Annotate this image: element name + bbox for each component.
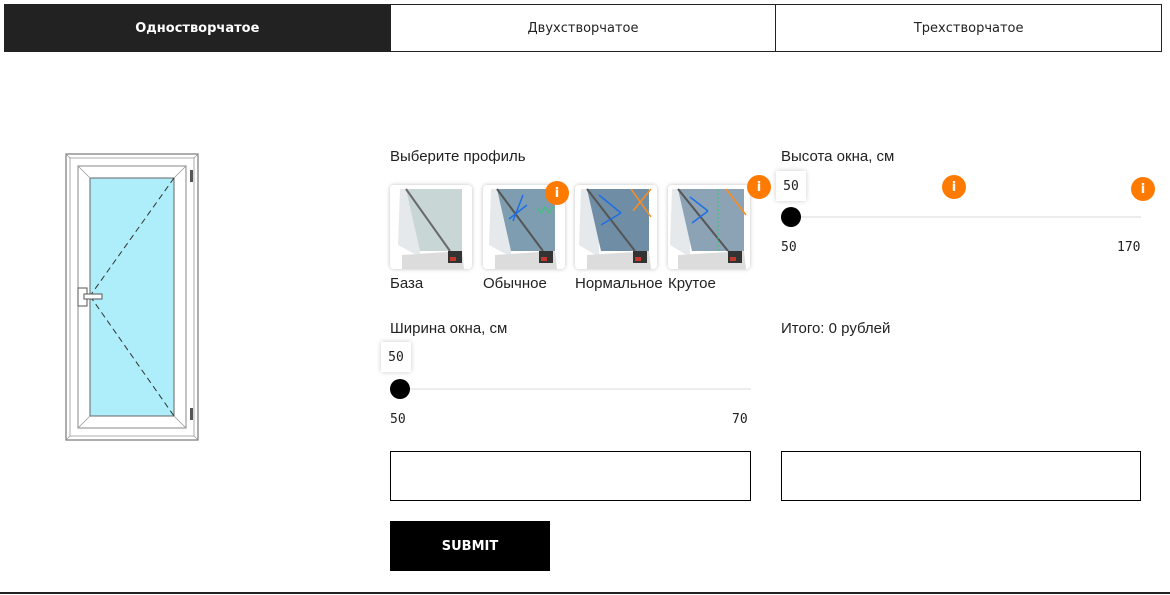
tab-triple-leaf[interactable]: Трехстворчатое: [776, 4, 1163, 52]
width-max-label: 70: [732, 412, 748, 427]
profile-regular-label: Обычное: [483, 275, 547, 292]
divider: [0, 592, 1170, 594]
width-slider-thumb[interactable]: [390, 379, 410, 399]
window-preview-image: [65, 153, 199, 441]
profile-base-image: [390, 185, 472, 269]
height-title: Высота окна, см: [781, 148, 895, 165]
height-min-label: 50: [781, 240, 797, 255]
profile-normal-label: Нормальное: [575, 275, 663, 292]
profile-premium-label: Крутое: [668, 275, 716, 292]
profile-base-label: База: [390, 275, 424, 292]
tab-single-leaf[interactable]: Одностворчатое: [4, 4, 391, 52]
profile-normal-image: [575, 185, 657, 269]
info-icon[interactable]: i: [545, 181, 569, 205]
height-slider-thumb[interactable]: [781, 207, 801, 227]
profile-option-premium[interactable]: Крутое: [668, 185, 750, 292]
submit-button[interactable]: SUBMIT: [390, 521, 550, 571]
profile-options: База Обычное Нормальное Крутое: [390, 185, 755, 295]
total-price: Итого: 0 рублей: [781, 320, 891, 337]
tab-double-leaf[interactable]: Двухстворчатое: [390, 4, 777, 52]
info-icon[interactable]: i: [747, 175, 771, 199]
width-title: Ширина окна, см: [390, 320, 508, 337]
window-type-tabs: Одностворчатое Двухстворчатое Трехстворч…: [4, 4, 1163, 52]
left-input-field[interactable]: [390, 451, 751, 501]
right-input-field[interactable]: [781, 451, 1141, 501]
info-icon[interactable]: i: [942, 175, 966, 199]
profile-option-normal[interactable]: Нормальное: [575, 185, 663, 292]
profile-premium-image: [668, 185, 750, 269]
profile-title: Выберите профиль: [390, 148, 526, 165]
profile-option-base[interactable]: База: [390, 185, 472, 292]
height-slider-track[interactable]: [781, 216, 1141, 218]
height-max-label: 170: [1117, 240, 1141, 255]
width-value-bubble: 50: [381, 342, 411, 372]
width-slider-track[interactable]: [390, 388, 751, 390]
info-icon[interactable]: i: [1131, 177, 1155, 201]
width-min-label: 50: [390, 412, 406, 427]
height-value-bubble: 50: [776, 171, 806, 201]
